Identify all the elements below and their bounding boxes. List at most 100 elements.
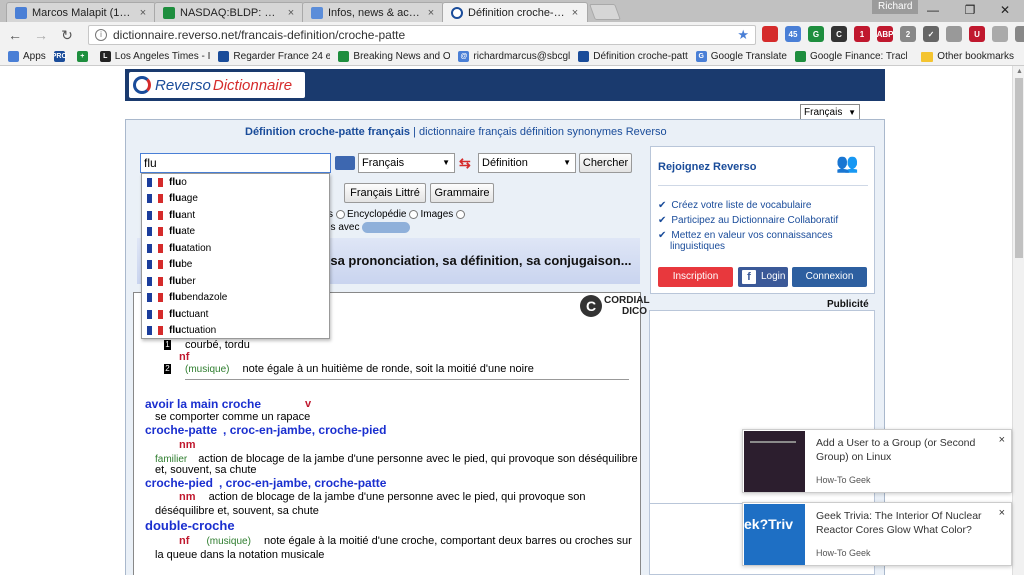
search-input[interactable]: flu xyxy=(140,153,331,173)
tab-infos[interactable]: Infos, news & actualités × xyxy=(302,2,444,22)
headword[interactable]: croche-patte xyxy=(145,423,217,437)
mode-select[interactable]: Définition ▼ xyxy=(478,153,576,173)
notification-1[interactable]: Add a User to a Group (or Second Group) … xyxy=(742,429,1012,493)
bookmark-item[interactable]: L Los Angeles Times - I xyxy=(99,51,210,62)
autocomplete-match: flu xyxy=(169,308,182,320)
bookmark-item[interactable]: G Google Translate xyxy=(695,51,787,62)
tab-close-icon[interactable]: × xyxy=(425,7,437,19)
check-ext-icon[interactable]: ✓ xyxy=(923,26,939,42)
autocomplete-item[interactable]: flu o xyxy=(142,174,329,191)
address-bar[interactable]: i dictionnaire.reverso.net/francais-defi… xyxy=(88,25,756,45)
forward-button[interactable]: → xyxy=(30,24,52,46)
info-icon[interactable]: i xyxy=(95,29,107,41)
tab-close-icon[interactable]: × xyxy=(569,7,581,19)
reverso-logo[interactable]: Reverso Dictionnaire xyxy=(129,72,305,98)
join-item: ✔ Mettez en valeur vos connaissances ling… xyxy=(658,230,868,252)
reload-button[interactable]: ↻ xyxy=(56,24,78,46)
back-button[interactable]: ← xyxy=(4,24,26,46)
autocomplete-item[interactable]: flu bendazole xyxy=(142,290,329,307)
notification-close-icon[interactable]: × xyxy=(999,507,1005,519)
keyboard-icon[interactable] xyxy=(335,156,355,170)
bookmark-star-icon[interactable]: ★ xyxy=(737,27,749,43)
tab-nasdaq[interactable]: NASDAQ:BLDP: 3.16 -0.1 × xyxy=(154,2,304,22)
autocomplete-rest: ate xyxy=(181,226,196,238)
bookmark-item[interactable]: Breaking News and O xyxy=(338,51,450,62)
bookmark-item[interactable]: + xyxy=(76,51,92,62)
autocomplete-item[interactable]: flu ant xyxy=(142,207,329,224)
notification-title: Add a User to a Group (or Second Group) … xyxy=(816,437,976,463)
radio-encyclopedie[interactable] xyxy=(336,210,345,219)
connexion-button[interactable]: Connexion xyxy=(792,267,867,287)
title-rest[interactable]: dictionnaire français définition synonym… xyxy=(419,126,667,138)
close-window-button[interactable]: ✕ xyxy=(990,2,1020,18)
headword[interactable]: croche-pied xyxy=(145,476,213,490)
notification-2[interactable]: ek?Triv Geek Trivia: The Interior Of Nuc… xyxy=(742,502,1012,566)
page-scrollbar[interactable]: ▲ xyxy=(1012,66,1024,575)
notification-title: Geek Trivia: The Interior Of Nuclear Rea… xyxy=(816,510,982,536)
profile-button[interactable]: Richard xyxy=(872,0,919,14)
grey-ext-icon[interactable]: 2 xyxy=(900,26,916,42)
autocomplete-rest: o xyxy=(181,176,187,188)
scroll-up-icon[interactable]: ▲ xyxy=(1016,68,1023,75)
autocomplete-item[interactable]: flu ber xyxy=(142,273,329,290)
red-ext-icon[interactable] xyxy=(762,26,778,42)
autocomplete-item[interactable]: flu ctuation xyxy=(142,323,329,340)
grey-ext-2-icon[interactable] xyxy=(946,26,962,42)
join-item: ✔ Créez votre liste de vocabulaire xyxy=(658,200,868,211)
swap-icon[interactable]: ⇆ xyxy=(459,155,475,171)
maximize-button[interactable]: ❐ xyxy=(955,2,985,18)
tab-favicon-icon xyxy=(163,6,175,19)
synonyms[interactable]: , croc-en-jambe, croche-patte xyxy=(219,476,386,490)
tab-marcos[interactable]: Marcos Malapit (1K+) × xyxy=(6,2,156,22)
autocomplete-item[interactable]: flu atation xyxy=(142,240,329,257)
littre-button[interactable]: Français Littré xyxy=(344,183,426,203)
tab-close-icon[interactable]: × xyxy=(137,7,149,19)
bookmark-item[interactable]: Apps xyxy=(8,51,46,62)
new-tab-button[interactable] xyxy=(589,4,621,20)
autocomplete-item[interactable]: flu ate xyxy=(142,224,329,241)
entry-croche-pied-def: nm action de blocage de la jambe d'une p… xyxy=(179,491,586,503)
grammar-tag: nf xyxy=(179,351,190,363)
dark-ext-icon[interactable]: C xyxy=(831,26,847,42)
bookmark-item[interactable]: Regarder France 24 e xyxy=(218,51,330,62)
grey-ext-3-icon[interactable] xyxy=(992,26,1008,42)
ublock-ext-icon[interactable]: U xyxy=(969,26,985,42)
source-language-select[interactable]: Français ▼ xyxy=(358,153,455,173)
abp-ext-icon[interactable]: ABP xyxy=(877,26,893,42)
headword-main[interactable]: avoir la main croche xyxy=(145,397,261,411)
autocomplete-dropdown: flu o flu age flu ant flu ate flu atation flu be flu… xyxy=(141,173,330,339)
radio-extra[interactable] xyxy=(456,210,466,219)
scroll-thumb[interactable] xyxy=(1015,78,1023,258)
bookmark-item[interactable]: PRO xyxy=(53,51,69,62)
facebook-login-button[interactable]: f Login xyxy=(738,267,788,287)
expressio-badge-icon[interactable] xyxy=(362,222,411,233)
search-button[interactable]: Chercher xyxy=(579,153,632,173)
autocomplete-item[interactable]: flu age xyxy=(142,191,329,208)
autocomplete-match: flu xyxy=(169,176,182,188)
green-ext-icon[interactable]: G xyxy=(808,26,824,42)
autocomplete-item[interactable]: flu ctuant xyxy=(142,306,329,323)
cordial-logo[interactable]: C CORDIAL DICO xyxy=(580,295,650,317)
bookmark-item[interactable]: @ richardmarcus@sbcgl xyxy=(458,51,570,62)
minimize-button[interactable]: — xyxy=(918,2,948,18)
chevron-down-icon: ▼ xyxy=(442,158,450,167)
grey-ext-4-icon[interactable] xyxy=(1015,26,1024,42)
join-title: Rejoignez Reverso xyxy=(658,161,757,173)
radio-images[interactable] xyxy=(409,210,419,219)
headword-double-croche[interactable]: double-croche xyxy=(145,518,235,533)
inscription-button[interactable]: Inscription xyxy=(658,267,733,287)
other-bookmarks[interactable]: Other bookmarks xyxy=(921,51,1014,62)
bookmark-label: Apps xyxy=(23,51,46,62)
tab-definition[interactable]: Définition croche-patte | × xyxy=(442,2,588,22)
notification-close-icon[interactable]: × xyxy=(999,434,1005,446)
autocomplete-item[interactable]: flu be xyxy=(142,257,329,274)
bookmarks-bar: Apps PRO + L Los Angeles Times - I Regarder F… xyxy=(0,48,1024,66)
tab-close-icon[interactable]: × xyxy=(285,7,297,19)
grammaire-button[interactable]: Grammaire xyxy=(430,183,494,203)
bookmark-item[interactable]: Google Finance: Track xyxy=(794,51,907,62)
bookmark-item[interactable]: Définition croche-patt xyxy=(578,51,688,62)
synonyms[interactable]: , croc-en-jambe, croche-pied xyxy=(223,423,386,437)
autocomplete-match: flu xyxy=(169,209,182,221)
blue-ext-icon[interactable]: 45 xyxy=(785,26,801,42)
red-ext-2-icon[interactable]: 1 xyxy=(854,26,870,42)
